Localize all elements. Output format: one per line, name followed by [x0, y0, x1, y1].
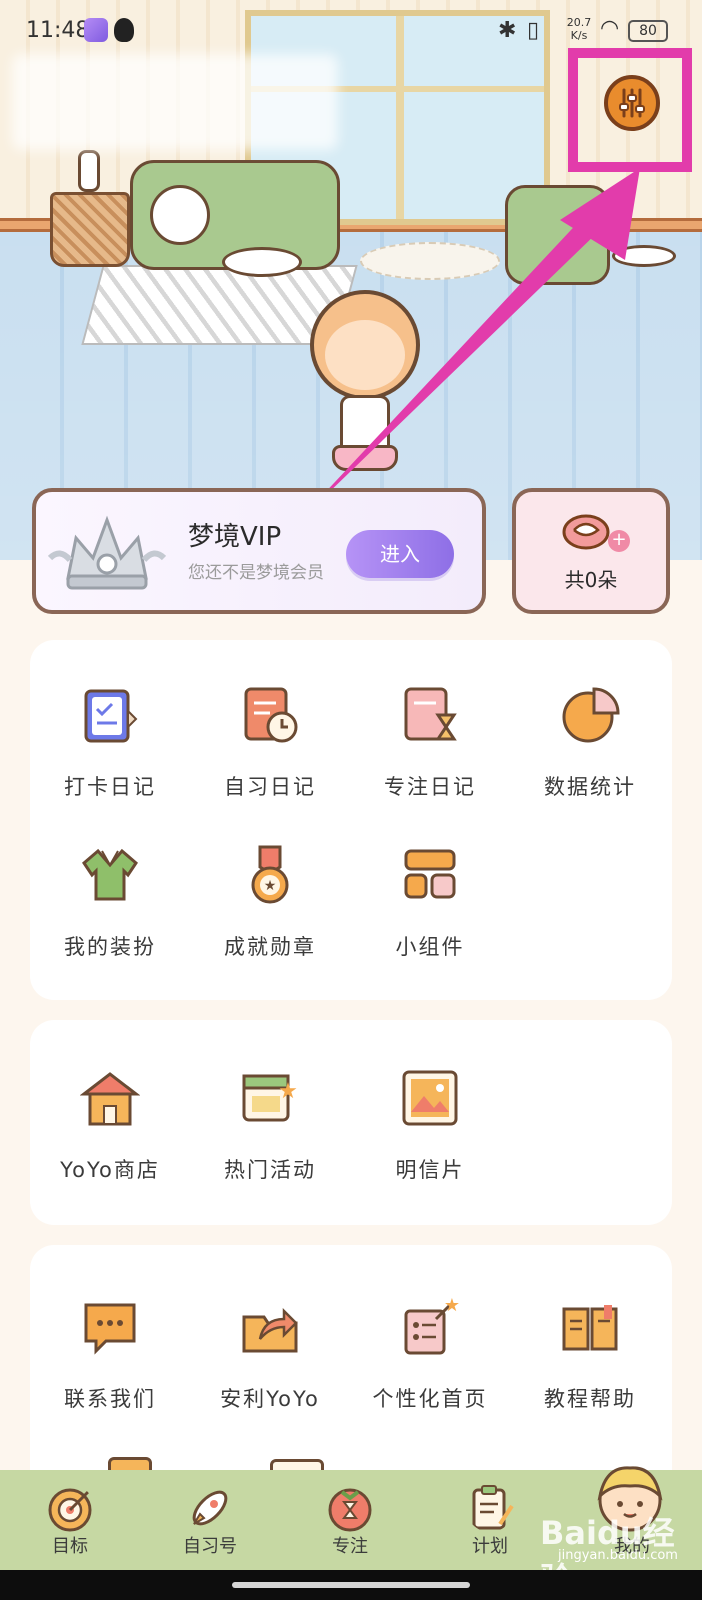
character-skirt [332, 445, 398, 471]
rose-icon [562, 514, 610, 550]
bluetooth-icon: ✱ [498, 18, 517, 43]
menu-label: 小组件 [395, 935, 465, 959]
vip-card[interactable]: 梦境VIP 您还不是梦境会员 进入 [32, 488, 486, 614]
qq-icon [114, 18, 134, 42]
widget-icon [404, 849, 456, 899]
menu-label: YoYo商店 [60, 1158, 160, 1182]
open-book-icon [562, 1305, 618, 1351]
tab-label: 专注 [332, 1536, 368, 1557]
features-panel: 打卡日记 自习日记 专注日记 数据统计 我的装扮 ★ 成就勋章 小组件 [30, 640, 672, 1000]
pie-chart-icon [562, 687, 620, 743]
magic-wand-icon: ★ [404, 1297, 460, 1355]
menu-label: 个性化首页 [372, 1387, 488, 1411]
tab-label: 计划 [472, 1536, 508, 1557]
menu-label: 教程帮助 [544, 1387, 636, 1411]
menu-label: 打卡日记 [64, 775, 156, 799]
basket-table [50, 192, 130, 267]
menu-label: 专注日记 [384, 775, 476, 799]
flower-count: 共0朵 [564, 568, 618, 592]
flower-count-card[interactable]: + 共0朵 [512, 488, 670, 614]
crown-icon [48, 515, 166, 590]
hourglass-book-icon [404, 687, 457, 741]
tomato-timer-icon [328, 1488, 372, 1532]
vip-title: 梦境VIP [188, 522, 282, 552]
vip-enter-button[interactable]: 进入 [346, 530, 454, 578]
room-banner: 11:48 ✱ ▯ 20.7 K/s ◠ 80 [0, 0, 702, 560]
character-face [325, 320, 405, 390]
picture-icon [402, 1070, 458, 1126]
shirt-icon [82, 848, 138, 901]
chat-bubble-icon [84, 1303, 136, 1355]
svg-text:★: ★ [444, 1297, 460, 1316]
clock-book-icon [244, 687, 298, 743]
support-panel: 联系我们 安利YoYo ★ 个性化首页 教程帮助 [30, 1245, 672, 1505]
tutorial-highlight-box [568, 48, 692, 172]
menu-label: 安利YoYo [220, 1387, 320, 1411]
blurred-user-info [12, 54, 338, 150]
menu-label: 自习日记 [224, 775, 316, 799]
clipboard-icon [472, 1485, 514, 1530]
wifi-icon: ◠ [600, 16, 620, 41]
menu-label: 数据统计 [544, 775, 636, 799]
rocket-icon [192, 1490, 228, 1526]
medal-icon: ★ [251, 845, 289, 904]
menu-label: 热门活动 [224, 1158, 316, 1182]
network-speed: 20.7 K/s [566, 16, 592, 42]
tab-label: 目标 [52, 1536, 88, 1557]
home-indicator[interactable] [232, 1582, 470, 1588]
activities-panel: YoYo商店 ★ 热门活动 明信片 [30, 1020, 672, 1225]
menu-label: 成就勋章 [224, 935, 316, 959]
menu-label: 联系我们 [64, 1387, 156, 1411]
svg-text:★: ★ [278, 1079, 298, 1104]
tab-plan[interactable]: 计划 [420, 1470, 560, 1570]
share-folder-icon [242, 1307, 298, 1353]
baidu-watermark-url: jingyan.baidu.com [558, 1548, 678, 1563]
battery-indicator: 80 [628, 20, 668, 42]
coffee-table [222, 247, 302, 277]
tab-focus[interactable]: 专注 [280, 1470, 420, 1570]
shop-icon [80, 1072, 140, 1126]
tab-study-room[interactable]: 自习号 [140, 1470, 280, 1570]
add-flower-icon[interactable]: + [608, 530, 630, 552]
status-time: 11:48 [26, 18, 90, 43]
armchair [505, 185, 610, 285]
side-stool [612, 245, 676, 267]
character-avatar[interactable] [300, 290, 430, 480]
target-icon [48, 1488, 92, 1532]
system-navigation-bar [0, 1570, 702, 1600]
calendar-star-icon: ★ [242, 1074, 298, 1122]
vibrate-icon: ▯ [527, 18, 540, 43]
fluffy-rug [360, 242, 500, 280]
tab-goals[interactable]: 目标 [0, 1470, 140, 1570]
vip-subtitle: 您还不是梦境会员 [188, 563, 324, 583]
checklist-book-icon [84, 689, 138, 743]
sofa-flower-pillow [150, 185, 210, 245]
flower-vase [78, 150, 100, 192]
menu-label: 我的装扮 [64, 935, 156, 959]
menu-label: 明信片 [395, 1158, 465, 1182]
svg-text:★: ★ [264, 878, 277, 894]
app-notification-icon [84, 18, 108, 42]
tab-label: 自习号 [183, 1536, 237, 1557]
